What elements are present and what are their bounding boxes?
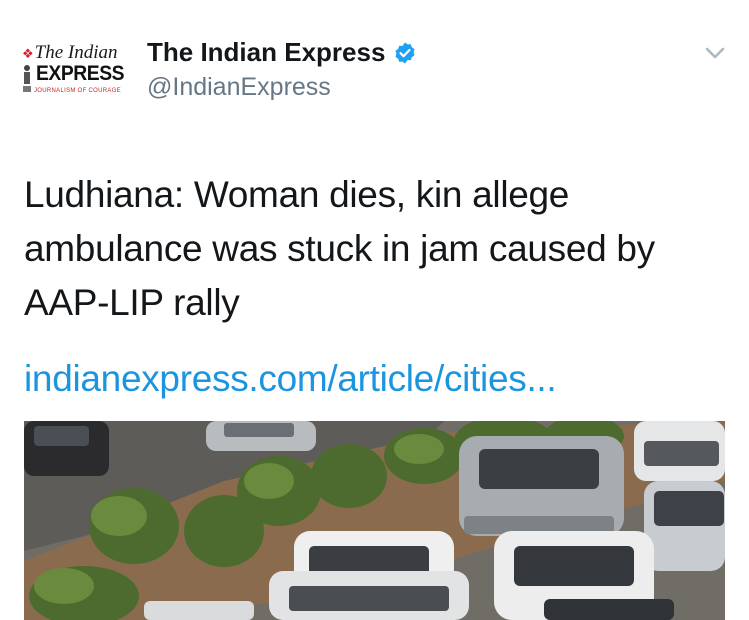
tweet-text-line: ambulance was stuck in jam caused by (24, 228, 655, 269)
verified-badge-icon (395, 42, 415, 63)
tweet-media-photo[interactable] (24, 421, 725, 620)
logo-figure-icon (23, 65, 31, 92)
traffic-jam-photo (24, 421, 725, 620)
display-name[interactable]: The Indian Express (147, 37, 385, 68)
avatar[interactable]: ❖The Indian EXPRESS JOURNALISM OF COURAG… (22, 40, 130, 100)
avatar-logo-line1: ❖The Indian (22, 42, 118, 63)
name-row: The Indian Express (147, 37, 417, 68)
tweet-text-line: AAP-LIP rally (24, 282, 240, 323)
logo-mark-icon: ❖ (22, 46, 34, 61)
avatar-logo-line2: EXPRESS (36, 62, 125, 85)
tweet-card: ❖The Indian EXPRESS JOURNALISM OF COURAG… (0, 0, 749, 620)
account-handle[interactable]: @IndianExpress (147, 73, 331, 102)
chevron-down-icon[interactable] (704, 45, 726, 61)
article-link[interactable]: indianexpress.com/article/cities... (24, 352, 557, 406)
tweet-text: Ludhiana: Woman dies, kin allege ambulan… (24, 168, 724, 330)
tweet-text-line: Ludhiana: Woman dies, kin allege (24, 174, 570, 215)
avatar-logo-tagline: JOURNALISM OF COURAGE (34, 88, 121, 94)
